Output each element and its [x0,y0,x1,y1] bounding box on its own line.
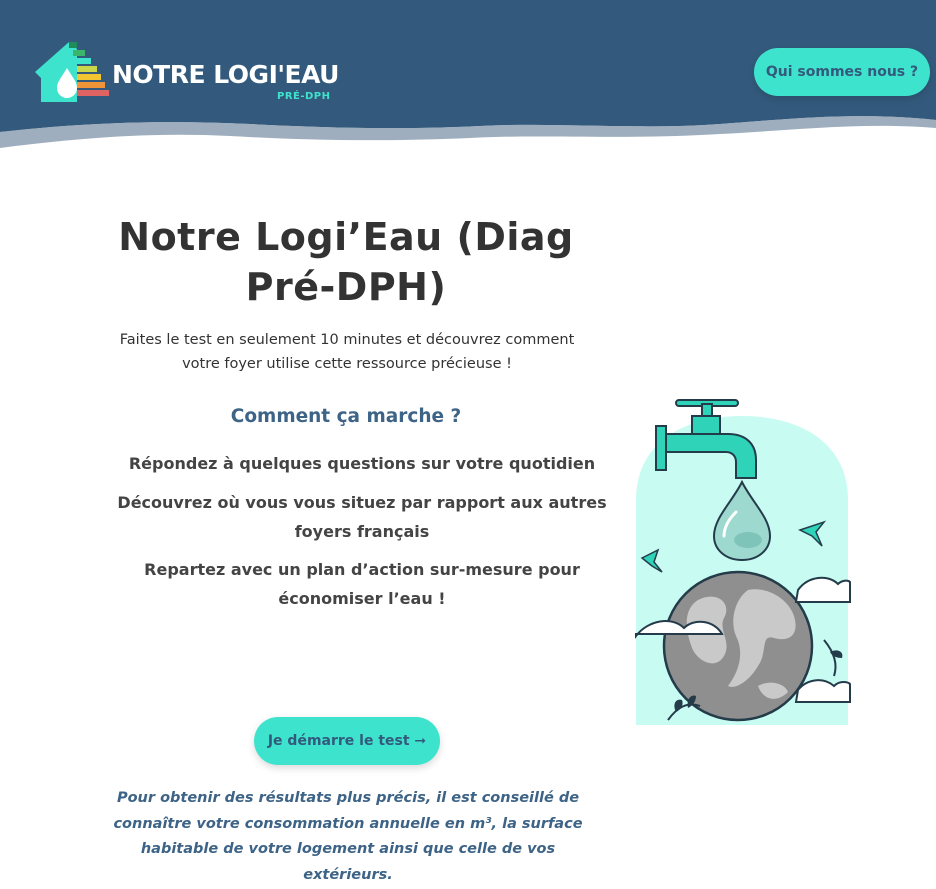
start-test-button[interactable]: Je démarre le test ➞ [254,717,440,765]
step-item: Répondez à quelques questions sur votre … [128,454,596,473]
about-us-button[interactable]: Qui sommes nous ? [754,48,930,96]
site-logo[interactable]: NOTRE LOGI'EAU PRÉ-DPH [33,38,343,106]
intro-text: Faites le test en seulement 10 minutes e… [119,332,575,372]
logo-subtitle: PRÉ-DPH [277,91,331,102]
step-item: Découvrez où vous vous situez par rappor… [117,493,607,541]
step-item: Repartez avec un plan d’action sur-mesur… [144,560,580,608]
page-title: Notre Logi’Eau (Diag Pré-DPH) [118,215,574,309]
logo-text: NOTRE LOGI'EAU [112,60,339,89]
site-header: NOTRE LOGI'EAU PRÉ-DPH Qui sommes nous ? [0,0,936,150]
precision-note: Pour obtenir des résultats plus précis, … [113,790,583,883]
house-energy-grade-icon [35,42,109,102]
water-tap-earth-illustration-icon [635,399,851,725]
how-it-works-heading: Comment ça marche ? [230,406,462,427]
